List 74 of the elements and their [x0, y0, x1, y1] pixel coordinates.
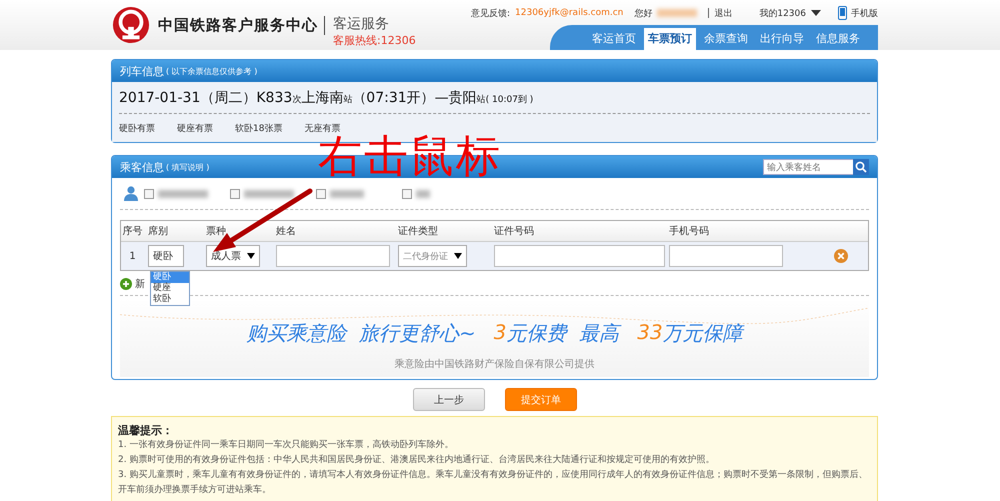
delete-icon[interactable] — [834, 249, 848, 263]
tip-text: 3. 购买儿童票时，乘车儿童有有效身份证件的，请填写本人有效身份证件信息。乘车儿童没有有效身份证件的，应使用同行成年人的有效身份证件信息；购票时不受第一条限制，但购票后、开车前须办理换票手续方可进站乘车。 — [118, 468, 868, 497]
column-header: 证件类型 — [397, 224, 439, 238]
nav-tab[interactable]: 车票预订 — [644, 28, 696, 50]
blurred-name — [158, 190, 208, 198]
route-text: 2017-01-31（周二） — [119, 89, 256, 107]
greeting-text: 您好 — [634, 8, 652, 20]
caret-icon — [247, 253, 255, 259]
panel-note: ( 填写说明 ) — [166, 162, 210, 172]
passenger-checkbox[interactable] — [316, 188, 326, 198]
id-type-select[interactable]: 二代身份证 — [398, 245, 467, 267]
column-header: 手机号码 — [668, 224, 710, 238]
phone-field[interactable] — [669, 245, 783, 267]
person-icon — [124, 186, 138, 201]
row-number: 1 — [129, 250, 136, 262]
search-field[interactable]: 输入乘客姓名 — [763, 159, 853, 175]
seat-availability: 软卧18张票 — [235, 122, 282, 135]
slogan-text: 33 — [637, 320, 663, 346]
account-menu[interactable]: 我的12306 — [759, 6, 821, 20]
add-icon[interactable] — [120, 278, 132, 290]
blurred-name — [657, 9, 698, 17]
back-button[interactable]: 上一步 — [413, 388, 485, 411]
slogan-text: 购买乘意险 旅行更舒心~ — [246, 320, 476, 347]
dropdown-option[interactable]: 硬座 — [151, 283, 189, 294]
mobile-link[interactable]: 手机版 — [838, 6, 878, 20]
caret-icon — [811, 10, 821, 16]
route-text: 站 — [343, 94, 352, 106]
search-icon — [855, 161, 867, 173]
provider-text: 乘意险由中国铁路财产保险自保有限公司提供 — [394, 358, 594, 371]
panel-note: ( 以下余票信息仅供参考 ) — [166, 66, 258, 76]
dropdown-option[interactable]: 软卧 — [151, 294, 189, 305]
blurred-name — [416, 190, 430, 198]
blurred-name — [330, 190, 364, 198]
search-button[interactable] — [853, 159, 869, 175]
tips-title: 温馨提示： — [118, 423, 174, 438]
tip-text: 2. 购票时可使用的有效身份证件包括：中华人民共和国居民身份证、港澳居民来往内地通行证、台湾居民来往大陆通行证和按规定可使用的有效护照。 — [118, 454, 716, 467]
site-subtitle: 客运服务 — [333, 14, 390, 32]
blurred-name — [244, 190, 294, 198]
column-header: 证件号码 — [493, 225, 535, 238]
route-text: 次 — [292, 94, 302, 106]
slogan-text: 万元保障 — [662, 320, 743, 347]
slogan-text: 3 — [494, 320, 507, 346]
seat-dropdown-list[interactable]: 硬卧 硬座 软卧 — [150, 271, 190, 306]
id-number-field[interactable] — [494, 245, 665, 267]
seat-availability: 硬卧有票 — [119, 122, 155, 135]
slogan-text: 元保费 最高 — [506, 320, 620, 347]
caret-icon — [454, 253, 462, 259]
seat-select[interactable]: 硬卧 — [148, 245, 184, 267]
hotline-text: 客服热线:12306 — [333, 32, 416, 48]
site-title: 中国铁路客户服务中心 — [158, 16, 325, 34]
seat-availability: 硬座有票 — [177, 122, 213, 135]
column-header: 票种 — [205, 224, 227, 238]
logout-link[interactable]: 退出 — [714, 6, 732, 20]
route-text: ( 10:07到 ) — [486, 94, 534, 106]
passenger-checkbox[interactable] — [144, 188, 154, 198]
name-field[interactable] — [276, 245, 390, 267]
seat-availability: 无座有票 — [304, 122, 340, 135]
passenger-checkbox[interactable] — [402, 188, 412, 198]
passenger-checkbox[interactable] — [230, 188, 240, 198]
column-header: 序号 — [122, 224, 144, 238]
ticket-type-select[interactable]: 成人票 — [206, 245, 260, 267]
tip-text: 1. 一张有效身份证件同一乘车日期同一车次只能购买一张车票，高铁动卧列车除外。 — [118, 438, 454, 452]
panel-title: 乘客信息 — [120, 160, 164, 174]
column-header: 席别 — [147, 224, 169, 238]
phone-icon — [838, 6, 847, 20]
route-text: 上海南 — [301, 89, 344, 107]
route-text: K833 — [256, 90, 292, 106]
column-header: 姓名 — [275, 225, 297, 238]
route-text: （07:31开）—贵阳 — [352, 89, 477, 107]
railway-logo-icon — [112, 6, 150, 44]
feedback-label: 意见反馈: — [470, 8, 510, 20]
panel-title: 列车信息 — [120, 64, 164, 78]
route-text: 站 — [476, 94, 486, 106]
add-passenger-link[interactable]: 新 — [135, 277, 145, 291]
